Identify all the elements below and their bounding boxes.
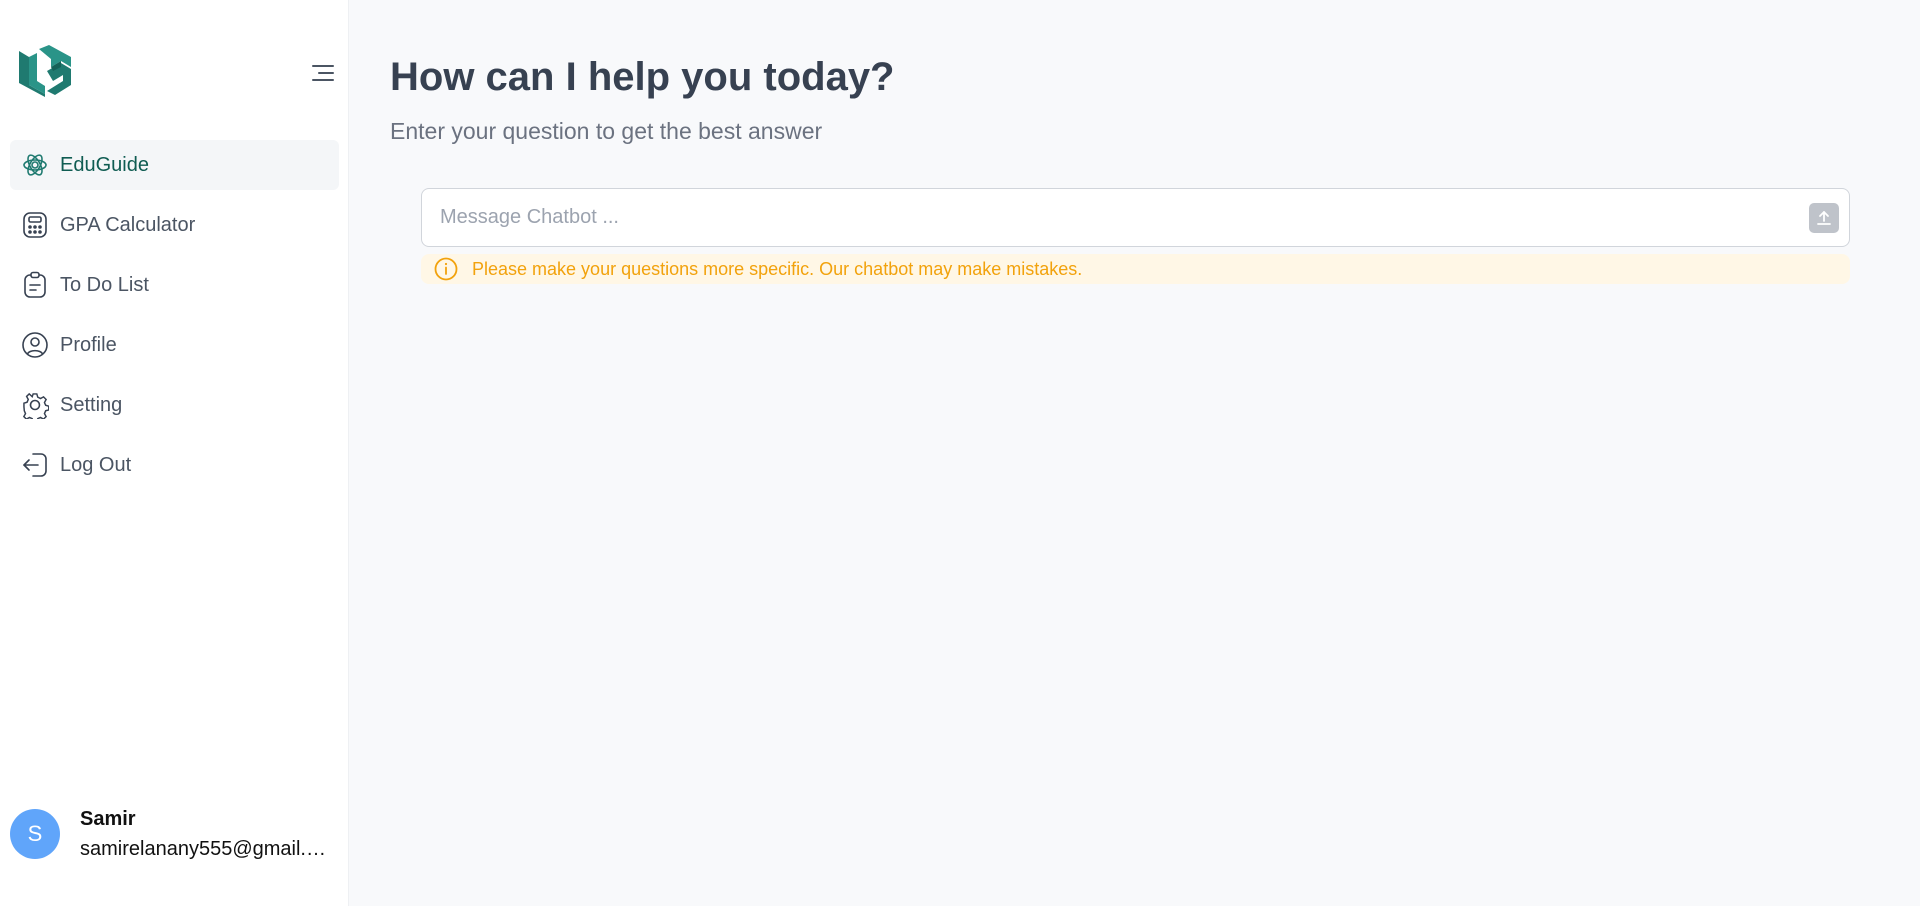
sidebar-item-label: EduGuide xyxy=(60,153,149,176)
upload-icon xyxy=(1817,210,1831,225)
sidebar-item-label: Profile xyxy=(60,333,117,356)
clipboard-icon xyxy=(20,270,50,300)
sidebar-item-eduguide[interactable]: EduGuide xyxy=(10,140,339,190)
info-icon xyxy=(434,257,458,281)
sidebar-item-label: To Do List xyxy=(60,273,149,296)
user-info: Samir samirelanany555@gmail.com xyxy=(80,804,335,864)
cs-logo-icon[interactable] xyxy=(19,45,73,97)
user-email: samirelanany555@gmail.com xyxy=(80,838,335,860)
sidebar-item-label: GPA Calculator xyxy=(60,213,196,236)
page-subtitle: Enter your question to get the best answ… xyxy=(390,118,823,144)
gear-icon xyxy=(20,390,50,420)
user-circle-icon xyxy=(20,330,50,360)
avatar: S xyxy=(10,809,60,859)
user-card[interactable]: S Samir samirelanany555@gmail.com xyxy=(10,804,345,864)
sidebar-item-setting[interactable]: Setting xyxy=(10,380,339,430)
page-title: How can I help you today? xyxy=(390,55,895,99)
openai-swirl-icon xyxy=(20,150,50,180)
sidebar-item-label: Setting xyxy=(60,393,123,416)
sidebar: EduGuide GPA Calculator To Do List Profi… xyxy=(0,0,349,906)
notice-text: Please make your questions more specific… xyxy=(472,258,1083,279)
user-name: Samir xyxy=(80,808,136,830)
sidebar-item-gpa-calculator[interactable]: GPA Calculator xyxy=(10,200,339,250)
chat-message-input[interactable] xyxy=(440,197,1809,238)
sidebar-item-log-out[interactable]: Log Out xyxy=(10,440,339,490)
calculator-icon xyxy=(20,210,50,240)
sidebar-nav: EduGuide GPA Calculator To Do List Profi… xyxy=(10,140,339,500)
warning-notice: Please make your questions more specific… xyxy=(421,254,1850,284)
sidebar-item-to-do-list[interactable]: To Do List xyxy=(10,260,339,310)
send-button[interactable] xyxy=(1809,202,1839,233)
chat-input-container xyxy=(421,188,1850,247)
logout-icon xyxy=(20,450,50,480)
main-content: How can I help you today? Enter your que… xyxy=(349,0,1920,906)
sidebar-item-label: Log Out xyxy=(60,453,132,476)
menu-icon[interactable] xyxy=(308,61,338,85)
sidebar-item-profile[interactable]: Profile xyxy=(10,320,339,370)
